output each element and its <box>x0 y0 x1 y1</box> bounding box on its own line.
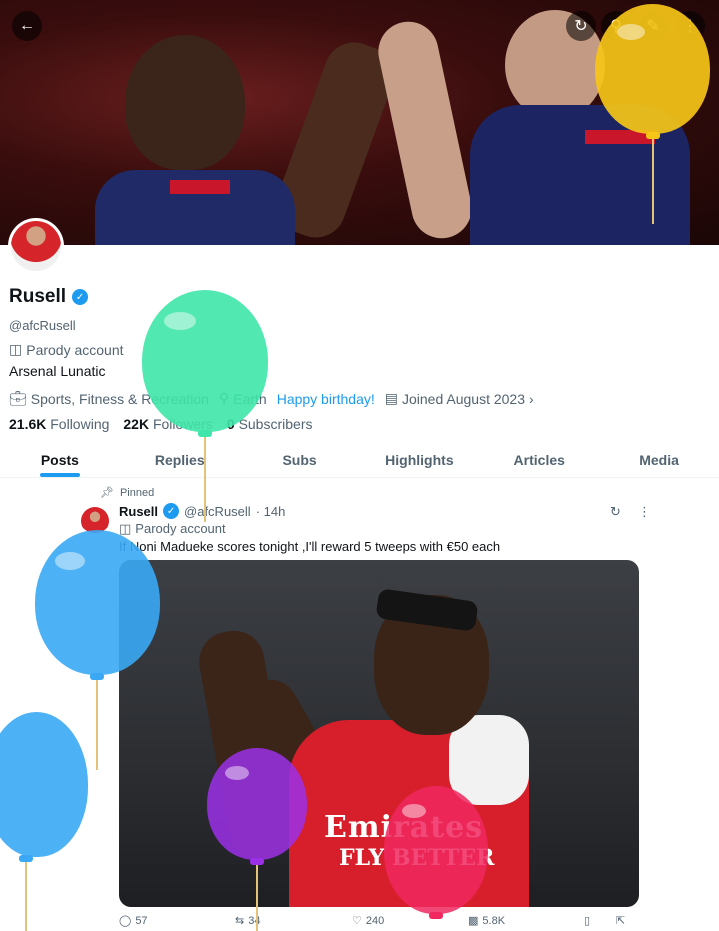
briefcase-icon: 💼︎ <box>9 390 27 406</box>
chevron-right-icon[interactable]: › <box>529 391 534 407</box>
balloon-string <box>25 862 27 931</box>
more-horizontal-icon[interactable]: ⋮ <box>638 504 651 520</box>
post-header: Rusell ✓ @afcRusell · 14h <box>119 503 285 519</box>
verified-badge-icon: ✓ <box>163 503 180 519</box>
profile-meta: 💼︎ Sports, Fitness & Recreation ⚲ Earth … <box>9 390 534 407</box>
balloon-ball <box>207 748 307 860</box>
balloon-string <box>652 139 654 224</box>
balloon-ball <box>384 786 488 914</box>
refresh-icon[interactable]: ↻ <box>566 11 596 41</box>
balloon-ball <box>595 4 710 134</box>
post-author[interactable]: Rusell <box>119 504 158 519</box>
birthday-text: Happy birthday! <box>276 390 375 407</box>
profile-avatar[interactable] <box>8 218 64 274</box>
balloon-shine <box>225 766 249 780</box>
tab-media[interactable]: Media <box>599 440 719 477</box>
balloon-shine <box>55 552 85 570</box>
balloon-ball <box>142 290 268 432</box>
profile-bio: Arsenal Lunatic <box>9 363 106 379</box>
views-button[interactable]: ▩ 5.8K <box>468 914 506 928</box>
joined-item: ▤ Joined August 2023 › <box>385 390 534 407</box>
post-parody-text: Parody account <box>135 521 226 536</box>
post-time[interactable]: · 14h <box>256 504 286 519</box>
share-icon[interactable]: ⇱ <box>616 914 625 927</box>
pin-icon: 📌︎ <box>100 487 114 499</box>
profile-name: Rusell ✓ <box>9 286 89 308</box>
bookmark-icon[interactable]: ▯ <box>584 914 590 927</box>
banner-figure <box>170 180 230 194</box>
balloon-shine <box>617 24 645 40</box>
reply-button[interactable]: ◯ 57 <box>119 914 148 928</box>
parody-label-text: Parody account <box>26 341 124 358</box>
image-figure <box>449 715 529 805</box>
pinned-text: Pinned <box>119 486 155 499</box>
post-handle[interactable]: @afcRusell <box>184 504 251 519</box>
banner-figure <box>125 35 245 170</box>
views-count: 5.8K <box>482 914 506 927</box>
views-chart-icon: ▩ <box>468 915 479 927</box>
balloon-knot <box>198 430 212 437</box>
post-image[interactable]: Emirates FLY BETTER <box>119 560 639 907</box>
reply-icon: ◯ <box>119 915 132 927</box>
arrow-left-icon[interactable]: ← <box>12 11 42 41</box>
profile-tabs: Posts Replies Subs Highlights Articles M… <box>0 440 719 478</box>
parody-mask-icon: ◫ <box>9 341 23 357</box>
tab-articles[interactable]: Articles <box>479 440 599 477</box>
balloon-string <box>256 865 258 931</box>
tab-subs[interactable]: Subs <box>240 440 360 477</box>
heart-icon: ♡ <box>352 915 362 927</box>
balloon-string <box>204 437 206 522</box>
birthday-link[interactable]: Happy birthday! <box>277 391 375 407</box>
post-parody-label: ◫ Parody account <box>119 521 226 537</box>
tab-highlights[interactable]: Highlights <box>359 440 479 477</box>
repost-icon: ⇆ <box>235 915 245 927</box>
balloon-knot <box>250 858 264 865</box>
balloon-knot <box>90 673 104 680</box>
reply-count: 57 <box>135 914 148 927</box>
post-actions: ◯ 57 ⇆ 34 ♡ 240 ▩ 5.8K ▯ ⇱ <box>119 914 639 930</box>
joined-text: Joined August 2023 <box>402 390 525 407</box>
like-count: 240 <box>365 914 385 927</box>
balloon-knot <box>646 132 660 139</box>
profile-stats: 21.6K Following 22K Followers 0 Subscrib… <box>9 416 312 432</box>
balloon-ball <box>35 530 160 675</box>
grok-icon[interactable]: ↻ <box>610 504 621 520</box>
balloon-knot <box>19 855 33 862</box>
balloon-shine <box>164 312 196 330</box>
pinned-label: 📌︎ Pinned <box>100 486 155 500</box>
balloon-string <box>96 680 98 770</box>
banner-figure <box>372 16 478 244</box>
profile-name-text: Rusell <box>9 286 67 307</box>
profile-handle: @afcRusell <box>9 318 76 333</box>
balloon-ball <box>0 712 88 857</box>
verified-badge-icon: ✓ <box>72 289 89 305</box>
tab-replies[interactable]: Replies <box>120 440 240 477</box>
balloon-shine <box>402 804 426 818</box>
repost-count: 34 <box>248 914 261 927</box>
parody-label: ◫ Parody account <box>9 341 124 358</box>
like-button[interactable]: ♡ 240 <box>352 914 385 928</box>
balloon-knot <box>429 912 443 919</box>
post-text: If Noni Madueke scores tonight ,I'll rew… <box>119 539 501 554</box>
following-link[interactable]: 21.6K Following <box>9 416 109 432</box>
calendar-icon: ▤ <box>384 390 398 406</box>
tab-posts[interactable]: Posts <box>0 440 120 477</box>
